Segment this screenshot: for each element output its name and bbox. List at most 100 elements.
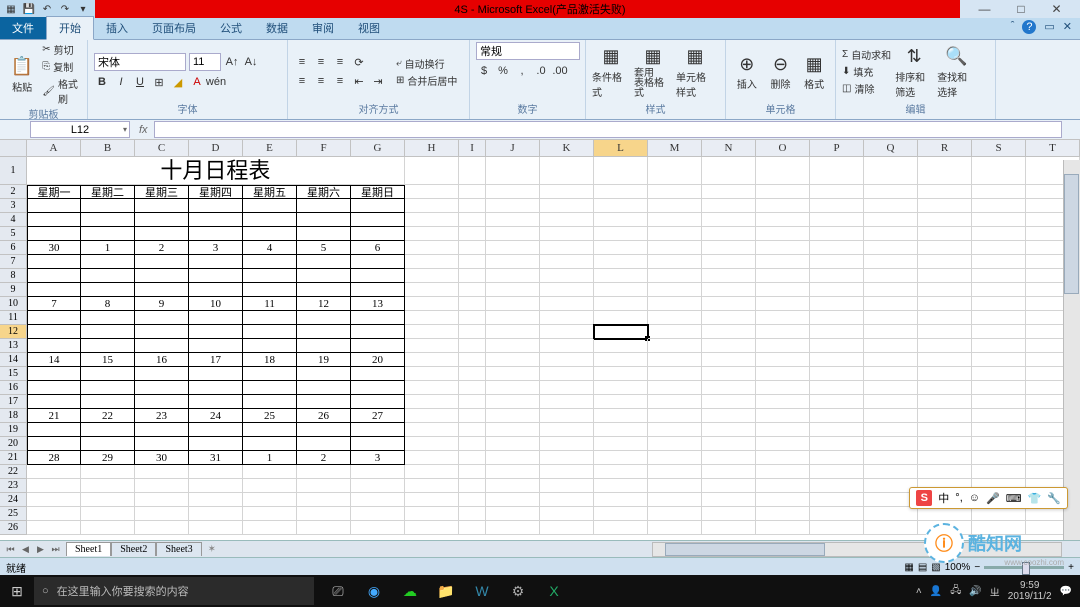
cell-I13[interactable] (459, 339, 486, 353)
app-settings-icon[interactable]: ⚙ (504, 577, 532, 605)
cell-O17[interactable] (756, 395, 810, 409)
cell-L3[interactable] (594, 199, 648, 213)
cell-G4[interactable] (351, 213, 405, 227)
cell-S18[interactable] (972, 409, 1026, 423)
row-header-17[interactable]: 17 (0, 395, 27, 409)
cell-E4[interactable] (243, 213, 297, 227)
cell-H3[interactable] (405, 199, 459, 213)
cell-C9[interactable] (135, 283, 189, 297)
cell-L4[interactable] (594, 213, 648, 227)
cell-I23[interactable] (459, 479, 486, 493)
cell-C23[interactable] (135, 479, 189, 493)
cell-J8[interactable] (486, 269, 540, 283)
cell-A16[interactable] (27, 381, 81, 395)
cell-L2[interactable] (594, 185, 648, 199)
cell-S8[interactable] (972, 269, 1026, 283)
row-header-19[interactable]: 19 (0, 423, 27, 437)
underline-button[interactable]: U (132, 74, 148, 90)
cell-O5[interactable] (756, 227, 810, 241)
cell-S11[interactable] (972, 311, 1026, 325)
row-header-22[interactable]: 22 (0, 465, 27, 479)
cell-E7[interactable] (243, 255, 297, 269)
cell-K4[interactable] (540, 213, 594, 227)
cell-D16[interactable] (189, 381, 243, 395)
cell-P14[interactable] (810, 353, 864, 367)
cell-P15[interactable] (810, 367, 864, 381)
cell-G17[interactable] (351, 395, 405, 409)
row-header-23[interactable]: 23 (0, 479, 27, 493)
save-icon[interactable]: 💾 (22, 2, 36, 16)
cell-G25[interactable] (351, 507, 405, 521)
cell-Q22[interactable] (864, 465, 918, 479)
cell-F24[interactable] (297, 493, 351, 507)
cell-K17[interactable] (540, 395, 594, 409)
cell-E23[interactable] (243, 479, 297, 493)
clear-button[interactable]: ◫清除 (842, 81, 891, 96)
app-wechat-icon[interactable]: ☁ (396, 577, 424, 605)
cell-D2[interactable]: 星期四 (189, 185, 243, 199)
cell-Q21[interactable] (864, 451, 918, 465)
cell-H10[interactable] (405, 297, 459, 311)
cell-E25[interactable] (243, 507, 297, 521)
cell-A15[interactable] (27, 367, 81, 381)
decrease-indent-icon[interactable]: ⇤ (351, 73, 367, 89)
cell-E21[interactable]: 1 (243, 451, 297, 465)
cell-J14[interactable] (486, 353, 540, 367)
tray-ime-icon[interactable]: ㄓ (990, 584, 1000, 599)
cell-L21[interactable] (594, 451, 648, 465)
cell-M10[interactable] (648, 297, 702, 311)
cell-K22[interactable] (540, 465, 594, 479)
cell-B5[interactable] (81, 227, 135, 241)
cell-S13[interactable] (972, 339, 1026, 353)
cell-S20[interactable] (972, 437, 1026, 451)
cell-A8[interactable] (27, 269, 81, 283)
cell-G6[interactable]: 6 (351, 241, 405, 255)
cell-K15[interactable] (540, 367, 594, 381)
cell-I12[interactable] (459, 325, 486, 339)
cell-O13[interactable] (756, 339, 810, 353)
cell-C22[interactable] (135, 465, 189, 479)
col-header-F[interactable]: F (297, 140, 351, 156)
cell-M6[interactable] (648, 241, 702, 255)
cell-P5[interactable] (810, 227, 864, 241)
cell-P22[interactable] (810, 465, 864, 479)
cell-A9[interactable] (27, 283, 81, 297)
cell-F12[interactable] (297, 325, 351, 339)
cell-P23[interactable] (810, 479, 864, 493)
cut-button[interactable]: ✂剪切 (42, 42, 81, 57)
cell-A25[interactable] (27, 507, 81, 521)
cell-J25[interactable] (486, 507, 540, 521)
cell-G22[interactable] (351, 465, 405, 479)
cell-F21[interactable]: 2 (297, 451, 351, 465)
cell-P25[interactable] (810, 507, 864, 521)
redo-icon[interactable]: ↷ (58, 2, 72, 16)
cell-I2[interactable] (459, 185, 486, 199)
autosum-button[interactable]: Σ自动求和 (842, 47, 891, 62)
cell-M14[interactable] (648, 353, 702, 367)
cell-Q6[interactable] (864, 241, 918, 255)
cell-J3[interactable] (486, 199, 540, 213)
cell-O20[interactable] (756, 437, 810, 451)
app-folder-icon[interactable]: 📁 (432, 577, 460, 605)
cell-B8[interactable] (81, 269, 135, 283)
ime-punct-icon[interactable]: °, (955, 492, 962, 504)
cell-E22[interactable] (243, 465, 297, 479)
cell-E8[interactable] (243, 269, 297, 283)
cell-I4[interactable] (459, 213, 486, 227)
cell-Q19[interactable] (864, 423, 918, 437)
cell-D12[interactable] (189, 325, 243, 339)
cell-J26[interactable] (486, 521, 540, 535)
col-header-C[interactable]: C (135, 140, 189, 156)
cell-N4[interactable] (702, 213, 756, 227)
delete-cells-button[interactable]: ⊖删除 (766, 43, 796, 101)
col-header-G[interactable]: G (351, 140, 405, 156)
help-icon[interactable]: ? (1022, 20, 1036, 34)
cell-R21[interactable] (918, 451, 972, 465)
cell-A3[interactable] (27, 199, 81, 213)
cell-G14[interactable]: 20 (351, 353, 405, 367)
decrease-decimal-icon[interactable]: .00 (552, 63, 568, 79)
cell-G21[interactable]: 3 (351, 451, 405, 465)
vscroll-thumb[interactable] (1064, 174, 1079, 294)
cell-P12[interactable] (810, 325, 864, 339)
cell-P20[interactable] (810, 437, 864, 451)
